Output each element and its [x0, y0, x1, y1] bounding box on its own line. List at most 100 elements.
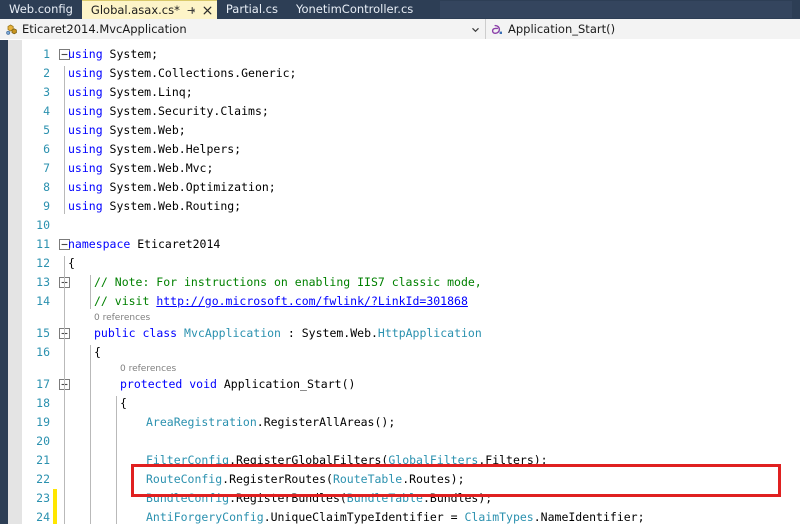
line-number: 5	[43, 123, 50, 137]
line-number: 23	[36, 491, 50, 505]
line-number: 22	[36, 472, 50, 486]
code-text: // Note: For instructions on enabling II…	[94, 273, 482, 292]
editor-tab-3[interactable]: Partial.cs	[217, 0, 287, 19]
type-dropdown[interactable]: Eticaret2014.MvcApplication	[0, 19, 486, 39]
editor-tab-label: YonetimController.cs	[295, 2, 414, 16]
code-token: Application_Start()	[216, 377, 356, 391]
code-text: using System.Web.Helpers;	[68, 140, 241, 159]
code-token: BundleTable	[346, 491, 423, 505]
code-line[interactable]: 14 // visit http://go.microsoft.com/fwlin…	[0, 292, 800, 311]
navigation-bar: Eticaret2014.MvcApplication Application_…	[0, 19, 800, 39]
code-token: using	[68, 161, 103, 175]
code-line[interactable]: 4 using System.Security.Claims;	[0, 102, 800, 121]
code-line[interactable]: 17 protected void Application_Start()	[0, 375, 800, 394]
code-token: System.Web.Optimization;	[102, 180, 276, 194]
code-token: namespace	[68, 237, 131, 251]
member-dropdown[interactable]: Application_Start()	[486, 19, 800, 39]
code-token[interactable]: http://go.microsoft.com/fwlink/?LinkId=3…	[156, 294, 468, 308]
code-token: using	[68, 104, 103, 118]
code-token: .NameIdentifier;	[533, 510, 645, 524]
line-number: 18	[36, 396, 50, 410]
line-number: 10	[36, 218, 50, 232]
code-lines[interactable]: 1 using System; 2 using System.Collections.…	[0, 40, 800, 524]
code-token: ClaimTypes	[464, 510, 534, 524]
code-token: // Note: For instructions on enabling II…	[94, 275, 482, 289]
code-text: using System.Web.Mvc;	[68, 159, 213, 178]
line-number: 8	[43, 180, 50, 194]
editor-tab-1[interactable]: Web.config	[0, 0, 82, 19]
line-number: 11	[36, 237, 50, 251]
code-line[interactable]: 2 using System.Collections.Generic;	[0, 64, 800, 83]
code-line[interactable]: 18 {	[0, 394, 800, 413]
code-token: using	[68, 180, 103, 194]
code-line[interactable]: 16 {	[0, 343, 800, 362]
code-line[interactable]: 11 namespace Eticaret2014	[0, 235, 800, 254]
code-line[interactable]: 15 public class MvcApplication : System.W…	[0, 324, 800, 343]
editor-tab-2[interactable]: Global.asax.cs*	[81, 0, 217, 19]
code-line[interactable]: 21 FilterConfig.RegisterGlobalFilters(Glo…	[0, 451, 800, 470]
code-line[interactable]: 5 using System.Web;	[0, 121, 800, 140]
indent-guide	[64, 256, 65, 524]
code-line[interactable]: 13 // Note: For instructions on enabling …	[0, 273, 800, 292]
code-token: System.Web.Routing;	[102, 199, 242, 213]
code-token: {	[94, 345, 101, 359]
code-token: using	[68, 85, 103, 99]
indent-guide	[64, 66, 65, 214]
code-line[interactable]: 24 AntiForgeryConfig.UniqueClaimTypeIdent…	[0, 508, 800, 524]
code-token: protected	[120, 377, 183, 391]
code-line[interactable]: 23 BundleConfig.RegisterBundles(BundleTab…	[0, 489, 800, 508]
code-text: using System.Web.Optimization;	[68, 178, 276, 197]
line-number: 2	[43, 66, 50, 80]
close-icon[interactable]	[202, 5, 213, 16]
code-line[interactable]: 10	[0, 216, 800, 235]
editor-tab-label: Partial.cs	[225, 2, 278, 16]
code-token: System;	[102, 47, 159, 61]
code-editor-window: Web.config Global.asax.cs* Partial.cs Yonet…	[0, 0, 800, 524]
code-text: {	[120, 394, 127, 413]
code-text: protected void Application_Start()	[120, 375, 355, 394]
code-token: using	[68, 123, 103, 137]
code-token: BundleConfig	[146, 491, 230, 505]
line-number: 17	[36, 377, 50, 391]
code-line[interactable]: 20	[0, 432, 800, 451]
code-text: BundleConfig.RegisterBundles(BundleTable…	[146, 489, 492, 508]
code-line[interactable]: 22 RouteConfig.RegisterRoutes(RouteTable.…	[0, 470, 800, 489]
line-number: 4	[43, 104, 50, 118]
code-editor-surface[interactable]: 1 using System; 2 using System.Collections.…	[0, 40, 800, 524]
line-number: 16	[36, 345, 50, 359]
line-number: 24	[36, 510, 50, 524]
code-line[interactable]: 7 using System.Web.Mvc;	[0, 159, 800, 178]
member-dropdown-value: Application_Start()	[508, 22, 616, 36]
code-line[interactable]: 6 using System.Web.Helpers;	[0, 140, 800, 159]
code-line[interactable]: 12 {	[0, 254, 800, 273]
code-token: public	[94, 326, 136, 340]
line-number: 12	[36, 256, 50, 270]
code-line[interactable]: 9 using System.Web.Routing;	[0, 197, 800, 216]
type-dropdown-chevron-down-icon[interactable]	[471, 19, 480, 39]
indent-guide	[90, 345, 91, 524]
method-icon	[491, 22, 505, 36]
code-token: .UniqueClaimTypeIdentifier =	[263, 510, 465, 524]
code-text: FilterConfig.RegisterGlobalFilters(Globa…	[146, 451, 548, 470]
code-text: using System.Web;	[68, 121, 186, 140]
code-text: RouteConfig.RegisterRoutes(RouteTable.Ro…	[146, 470, 465, 489]
line-number: 6	[43, 142, 50, 156]
code-line[interactable]: 8 using System.Web.Optimization;	[0, 178, 800, 197]
code-text: {	[68, 254, 75, 273]
type-dropdown-value: Eticaret2014.MvcApplication	[22, 22, 187, 36]
code-text: using System.Web.Routing;	[68, 197, 241, 216]
code-token: .Bundles);	[422, 491, 493, 505]
code-token: .Filters);	[478, 453, 548, 467]
code-line[interactable]: 1 using System;	[0, 45, 800, 64]
code-text: AreaRegistration.RegisterAllAreas();	[146, 413, 395, 432]
code-text: using System.Linq;	[68, 83, 193, 102]
editor-tab-4[interactable]: YonetimController.cs	[287, 0, 422, 19]
code-token: using	[68, 199, 103, 213]
code-token: // visit	[94, 294, 157, 308]
code-line[interactable]: 3 using System.Linq;	[0, 83, 800, 102]
pin-icon[interactable]	[186, 5, 197, 16]
code-token: GlobalFilters	[388, 453, 479, 467]
tab-strip-empty-area	[440, 1, 792, 18]
code-line[interactable]: 19 AreaRegistration.RegisterAllAreas();	[0, 413, 800, 432]
